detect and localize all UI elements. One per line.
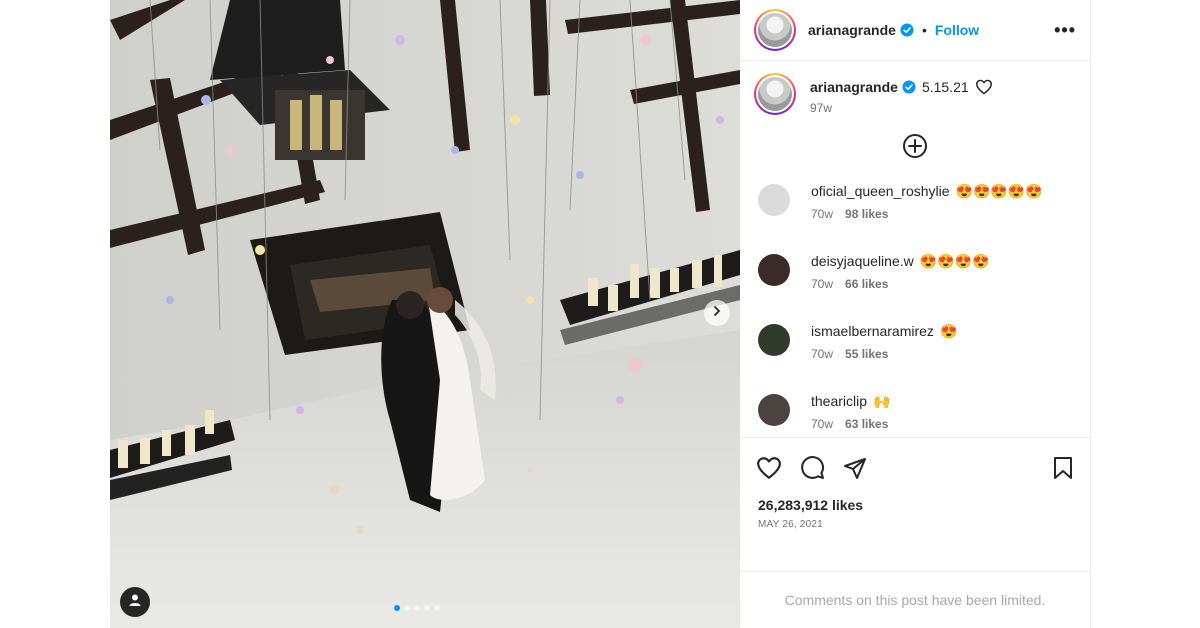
author-avatar[interactable]	[754, 9, 796, 51]
comment-time: 70w	[811, 277, 834, 291]
carousel-dot	[434, 605, 440, 611]
post-caption: arianagrande 5.15.21 97w	[740, 61, 1090, 115]
caption-text: 5.15.21	[921, 79, 969, 95]
comment-likes[interactable]: 66 likes	[845, 277, 888, 291]
next-photo-button[interactable]	[704, 300, 730, 326]
commenter-username[interactable]: oficial_queen_roshylie	[811, 183, 950, 199]
commenter-avatar[interactable]	[758, 324, 790, 356]
comment-text: 🙌	[873, 392, 891, 409]
comment-time: 70w	[811, 347, 834, 361]
carousel-dot	[404, 605, 410, 611]
commenter-avatar[interactable]	[758, 394, 790, 426]
post-header: arianagrande • Follow •••	[740, 0, 1090, 61]
commenter-username[interactable]: deisyjaqueline.w	[811, 253, 914, 269]
comment-likes[interactable]: 63 likes	[845, 417, 888, 431]
separator: •	[921, 22, 927, 38]
plus-circle-icon[interactable]	[902, 133, 928, 165]
share-icon[interactable]	[843, 456, 867, 480]
comment-time: 70w	[811, 417, 834, 431]
carousel-dot	[394, 605, 400, 611]
action-bar	[740, 437, 1090, 497]
carousel-dot	[414, 605, 420, 611]
chevron-right-icon	[711, 304, 723, 322]
verified-badge-icon	[900, 23, 914, 37]
post-date: MAY 26, 2021	[758, 519, 823, 530]
carousel-indicator	[394, 605, 440, 611]
bookmark-icon[interactable]	[1052, 456, 1074, 480]
carousel-dot	[424, 605, 430, 611]
heart-icon[interactable]	[975, 79, 993, 95]
comment-row: theariclip 🙌 70w 63 likes	[740, 391, 1090, 437]
heart-icon[interactable]	[756, 456, 782, 480]
comments-limited-notice: Comments on this post have been limited.	[740, 571, 1090, 628]
commenter-avatar[interactable]	[758, 184, 790, 216]
comments-list: oficial_queen_roshylie 😍😍😍😍😍 70w 98 likes de…	[740, 179, 1090, 437]
more-options-icon[interactable]: •••	[1054, 20, 1076, 41]
commenter-username[interactable]: theariclip	[811, 393, 867, 409]
verified-badge-icon	[902, 80, 916, 94]
tagged-users-button[interactable]	[120, 587, 150, 617]
caption-time: 97w	[810, 101, 833, 115]
comment-time: 70w	[811, 207, 834, 221]
post-photo[interactable]	[110, 0, 740, 628]
comment-row: deisyjaqueline.w 😍😍😍😍 70w 66 likes	[740, 251, 1090, 321]
author-username[interactable]: arianagrande	[808, 22, 896, 38]
comment-text: 😍😍😍😍	[919, 252, 990, 269]
comment-text: 😍😍😍😍😍	[955, 182, 1043, 199]
likes-count[interactable]: 26,283,912 likes	[740, 497, 1090, 513]
comment-row: ismaelbernaramirez 😍 70w 55 likes	[740, 321, 1090, 391]
follow-button[interactable]: Follow	[935, 22, 979, 38]
comment-icon[interactable]	[800, 455, 825, 480]
commenter-username[interactable]: ismaelbernaramirez	[811, 323, 934, 339]
comment-text: 😍	[939, 322, 958, 339]
wedding-photo	[110, 0, 740, 628]
caption-username[interactable]: arianagrande	[810, 79, 898, 95]
comment-likes[interactable]: 55 likes	[845, 347, 888, 361]
caption-avatar[interactable]	[754, 73, 796, 115]
post-sidebar: arianagrande • Follow ••• arianagrande 5…	[740, 0, 1091, 628]
user-tag-icon	[128, 593, 142, 612]
commenter-avatar[interactable]	[758, 254, 790, 286]
comment-row: oficial_queen_roshylie 😍😍😍😍😍 70w 98 likes	[740, 181, 1090, 251]
comment-likes[interactable]: 98 likes	[845, 207, 888, 221]
instagram-post: arianagrande • Follow ••• arianagrande 5…	[0, 0, 1200, 628]
